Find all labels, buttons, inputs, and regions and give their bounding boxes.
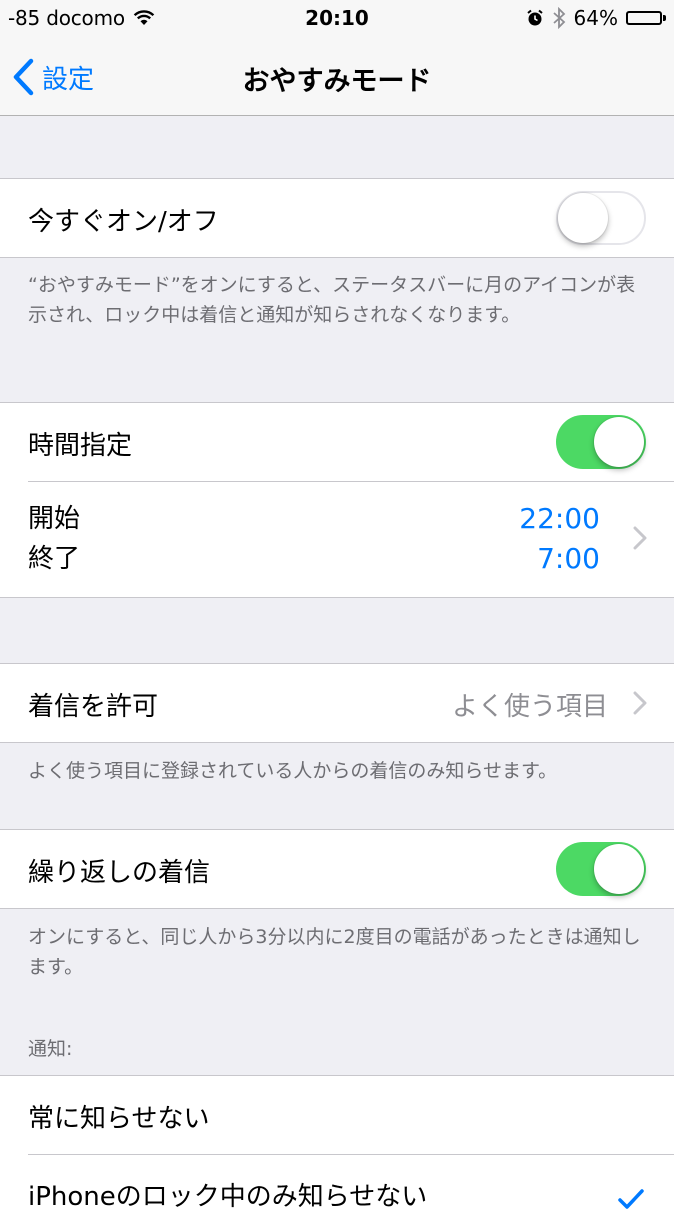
page-title: おやすみモード [242, 66, 432, 97]
scheduled-label: 時間指定 [28, 431, 133, 461]
allow-calls-label: 着信を許可 [28, 692, 159, 722]
allow-calls-row[interactable]: 着信を許可 よく使う項目 [0, 664, 674, 742]
navigation-bar: 設定 おやすみモード [0, 40, 674, 116]
bluetooth-icon [552, 7, 565, 29]
silence-option-label: iPhoneのロック中のみ知らせない [28, 1182, 428, 1212]
allow-calls-footer: よく使う項目に登録されている人からの着信のみ知らせます。 [28, 760, 558, 782]
scheduled-group: 時間指定 開始 終了 22:00 7:00 [0, 402, 674, 598]
silence-header: 通知: [28, 1038, 73, 1060]
silence-option-label: 常に知らせない [28, 1104, 210, 1134]
chevron-right-icon [633, 526, 647, 550]
silence-option-locked[interactable]: iPhoneのロック中のみ知らせない [0, 1154, 674, 1232]
alarm-icon [526, 9, 543, 26]
allow-calls-group: 着信を許可 よく使う項目 [0, 663, 674, 743]
battery-percent: 64% [573, 6, 618, 30]
silence-option-always[interactable]: 常に知らせない [0, 1076, 674, 1154]
start-label: 開始 [28, 504, 81, 534]
manual-row: 今すぐオン/オフ [0, 179, 674, 257]
end-label: 終了 [28, 544, 81, 574]
chevron-right-icon [633, 691, 647, 715]
schedule-times-row[interactable]: 開始 終了 22:00 7:00 [0, 481, 674, 597]
scheduled-toggle[interactable] [556, 415, 646, 469]
repeated-calls-label: 繰り返しの着信 [28, 858, 211, 888]
status-bar: -85 docomo 20:10 64% [0, 0, 674, 40]
silence-group: 常に知らせない iPhoneのロック中のみ知らせない [0, 1075, 674, 1232]
repeated-calls-footer: オンにすると、同じ人から3分以内に2度目の電話があったときは通知します。 [28, 926, 641, 978]
manual-group: 今すぐオン/オフ [0, 178, 674, 258]
end-time: 7:00 [537, 542, 600, 575]
start-time: 22:00 [519, 502, 600, 535]
checkmark-icon [618, 1189, 644, 1209]
repeated-calls-toggle[interactable] [556, 842, 646, 896]
allow-calls-value: よく使う項目 [451, 692, 608, 722]
battery-icon [626, 11, 666, 25]
repeated-calls-group: 繰り返しの着信 [0, 829, 674, 909]
manual-footer: “おやすみモード”をオンにすると、ステータスバーに月のアイコンが表示され、ロック… [28, 274, 636, 326]
manual-toggle[interactable] [556, 191, 646, 245]
repeated-calls-row: 繰り返しの着信 [0, 830, 674, 908]
scheduled-row: 時間指定 [0, 403, 674, 481]
manual-label: 今すぐオン/オフ [28, 207, 219, 237]
